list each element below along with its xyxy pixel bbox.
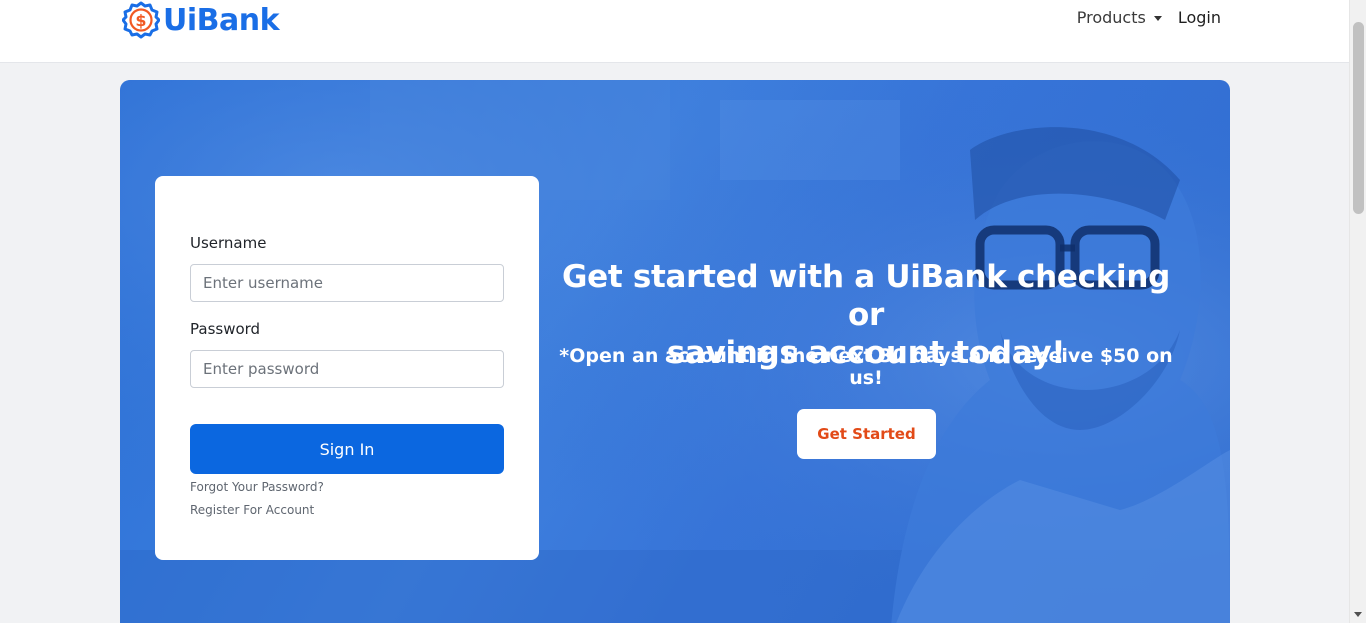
dollar-badge-icon: $ (121, 1, 161, 39)
products-dropdown[interactable]: Products (1077, 8, 1162, 27)
get-started-button[interactable]: Get Started (797, 409, 936, 459)
username-input[interactable] (190, 264, 504, 302)
products-label: Products (1076, 8, 1146, 27)
top-navbar: $ UiBank Products Login (0, 0, 1349, 63)
hero-headline-line1: Get started with a UiBank checking or (561, 259, 1170, 333)
sign-in-button[interactable]: Sign In (190, 424, 504, 474)
password-input[interactable] (190, 350, 504, 388)
nav-links: Products Login (1077, 8, 1221, 27)
brand-name: UiBank (163, 2, 280, 38)
hero-subline: *Open an account in the next 30 days and… (559, 345, 1173, 389)
page-scrollbar[interactable] (1349, 0, 1366, 623)
username-label: Username (190, 234, 267, 252)
scroll-down-arrow-icon[interactable] (1354, 612, 1362, 617)
login-link[interactable]: Login (1178, 8, 1221, 27)
scrollbar-thumb[interactable] (1353, 22, 1364, 214)
login-card: Username Password Sign In Forgot Your Pa… (155, 176, 539, 560)
chevron-down-icon (1153, 16, 1162, 21)
svg-text:$: $ (135, 11, 146, 30)
register-account-link[interactable]: Register For Account (190, 503, 314, 517)
uibank-logo[interactable]: $ UiBank (121, 0, 280, 40)
password-label: Password (190, 320, 261, 338)
forgot-password-link[interactable]: Forgot Your Password? (190, 480, 324, 494)
